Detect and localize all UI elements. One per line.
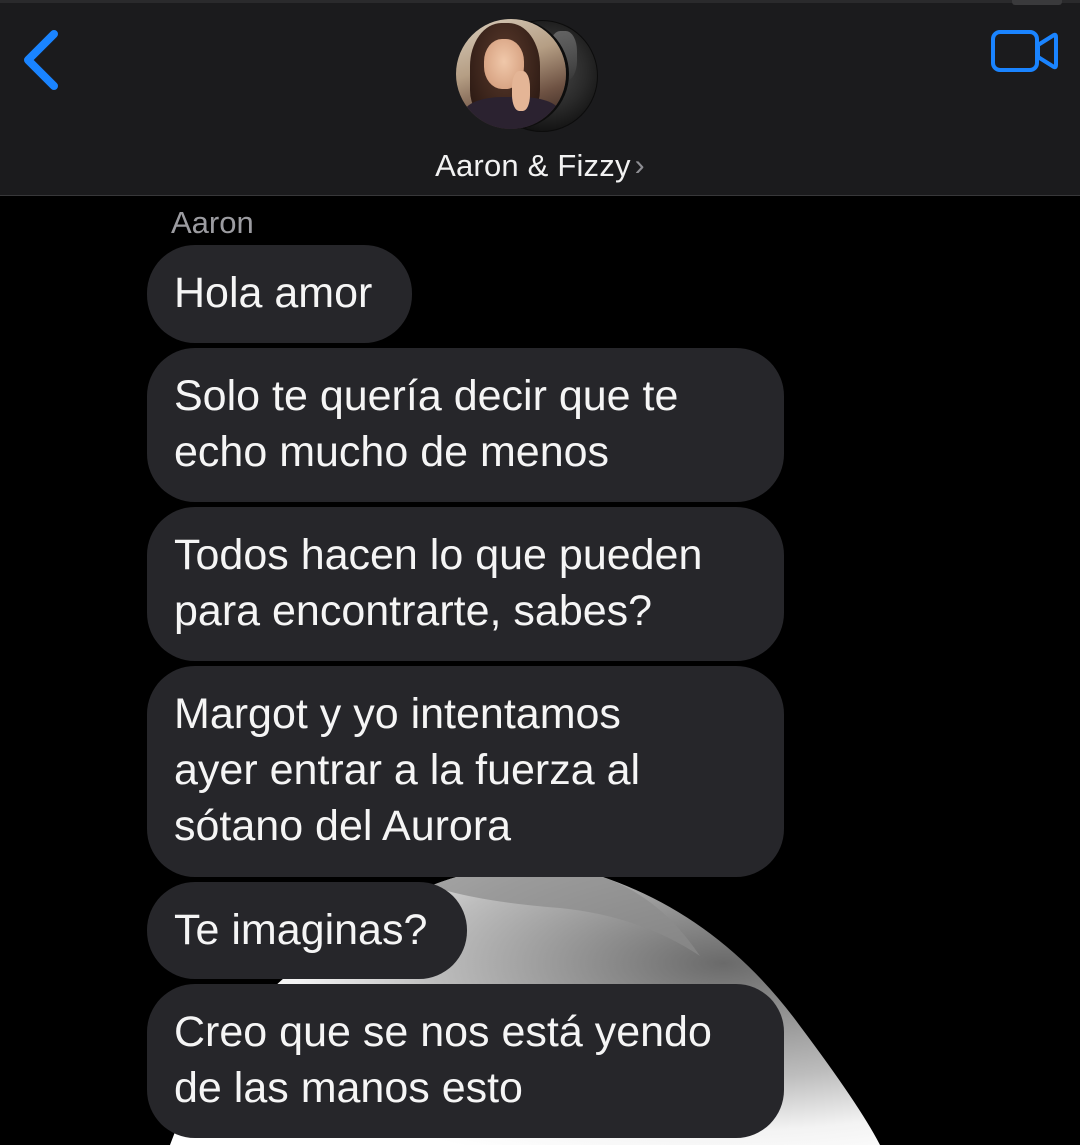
message-bubble[interactable]: Te imaginas? bbox=[147, 882, 467, 979]
chevron-right-icon: › bbox=[634, 149, 645, 182]
message-bubble[interactable]: Margot y yo intentamos ayer entrar a la … bbox=[147, 666, 784, 877]
back-button[interactable] bbox=[14, 22, 74, 98]
message-thread[interactable]: Aaron Hola amor Solo te quería decir que… bbox=[0, 196, 1080, 1145]
message-bubble[interactable]: Solo te quería decir que te echo mucho d… bbox=[147, 348, 784, 502]
conversation-header: Aaron & Fizzy › bbox=[0, 0, 1080, 196]
status-bar-edge bbox=[0, 0, 1080, 3]
video-call-button[interactable] bbox=[990, 28, 1060, 76]
message-bubble[interactable]: Creo que se nos está yendo de las manos … bbox=[147, 984, 784, 1138]
group-name-button[interactable]: Aaron & Fizzy › bbox=[0, 146, 1080, 187]
avatar-aaron bbox=[456, 19, 566, 129]
message-bubble[interactable]: Hola amor bbox=[147, 245, 412, 343]
group-avatar[interactable] bbox=[456, 19, 598, 132]
message-bubble[interactable]: Todos hacen lo que pueden para encontrar… bbox=[147, 507, 784, 661]
chevron-left-icon bbox=[24, 30, 58, 90]
scroll-indicator bbox=[1012, 0, 1062, 5]
group-name: Aaron & Fizzy bbox=[435, 148, 631, 183]
video-camera-icon bbox=[991, 30, 1058, 72]
messages-screen: Aaron & Fizzy › Aaron Hola amor Solo te q… bbox=[0, 0, 1080, 1145]
sender-name: Aaron bbox=[171, 205, 254, 240]
